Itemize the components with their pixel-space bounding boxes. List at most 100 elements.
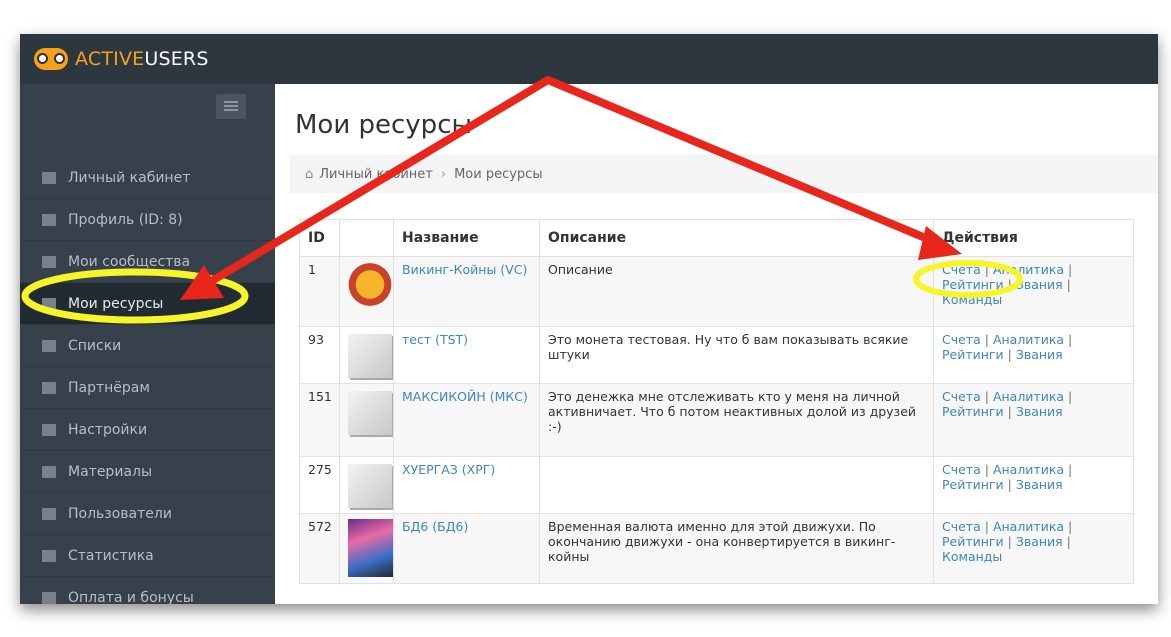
- sidebar-item-lists[interactable]: Списки: [20, 325, 275, 367]
- owl-logo-icon: [34, 48, 68, 70]
- resource-name-link[interactable]: тест (TST): [402, 332, 468, 347]
- row-id: 275: [299, 456, 340, 514]
- user-icon: [42, 213, 56, 226]
- ranks-link[interactable]: Звания: [1016, 477, 1063, 492]
- cube-placeholder-icon: [348, 334, 392, 378]
- sidebar-item-communities[interactable]: Мои сообщества: [20, 241, 275, 283]
- main-content: Мои ресурсы ⌂ Личный кабинет › Мои ресур…: [275, 84, 1158, 604]
- app-window: ACTIVEUSERS Личный кабинет Профиль (ID: …: [20, 34, 1158, 604]
- table-row: 93 тест (TST) Это монета тестовая. Ну чт…: [299, 326, 1134, 384]
- sidebar-item-partners[interactable]: Партнёрам: [20, 367, 275, 409]
- row-description: Это денежка мне отслеживать кто у меня н…: [539, 383, 934, 457]
- partner-icon: [42, 381, 56, 394]
- resource-thumbnail: [339, 513, 398, 584]
- row-description: [539, 456, 934, 514]
- coins-icon: [42, 297, 56, 310]
- table-row: 1 Викинг-Койны (VC) Описание Счета | Ана…: [299, 256, 1134, 327]
- breadcrumb-current: Мои ресурсы: [454, 166, 543, 182]
- sidebar-nav: Личный кабинет Профиль (ID: 8) Мои сообщ…: [20, 157, 275, 604]
- cube-placeholder-icon: [348, 464, 392, 508]
- ratings-link[interactable]: Рейтинги: [942, 404, 1004, 419]
- column-header-name: Название: [393, 219, 540, 257]
- resource-name-link[interactable]: БД6 (БД6): [402, 519, 468, 534]
- menu-icon: [42, 465, 56, 478]
- row-id: 93: [299, 326, 340, 384]
- accounts-link[interactable]: Счета: [942, 332, 981, 347]
- resource-thumbnail: [339, 256, 394, 327]
- group-icon: [42, 255, 56, 268]
- sidebar-item-profile[interactable]: Профиль (ID: 8): [20, 199, 275, 241]
- row-actions: Счета | Аналитика | Рейтинги | Звания: [933, 326, 1134, 384]
- column-header-image: [339, 219, 394, 257]
- ratings-link[interactable]: Рейтинги: [942, 347, 1004, 362]
- row-description: Временная валюта именно для этой движухи…: [539, 513, 934, 584]
- analytics-link[interactable]: Аналитика: [993, 332, 1064, 347]
- analytics-link[interactable]: Аналитика: [993, 519, 1064, 534]
- gears-icon: [42, 423, 56, 436]
- table-header-row: ID Название Описание Действия: [299, 219, 1134, 257]
- users-icon: [42, 507, 56, 520]
- ranks-link[interactable]: Звания: [1016, 347, 1063, 362]
- row-id: 572: [299, 513, 340, 584]
- chart-icon: [42, 549, 56, 562]
- teams-link[interactable]: Команды: [942, 292, 1002, 307]
- accounts-link[interactable]: Счета: [942, 389, 981, 404]
- sidebar-toggle-button[interactable]: [216, 94, 246, 119]
- ranks-link[interactable]: Звания: [1016, 404, 1063, 419]
- accounts-link[interactable]: Счета: [942, 262, 981, 277]
- accounts-link[interactable]: Счета: [942, 462, 981, 477]
- row-id: 1: [299, 256, 340, 327]
- resource-name-link[interactable]: МАКСИКОЙН (МКС): [402, 389, 528, 404]
- resource-thumbnail: [339, 383, 394, 457]
- home-icon: [42, 171, 56, 184]
- row-actions: Счета | Аналитика | Рейтинги | Звания: [933, 383, 1134, 457]
- resource-name-link[interactable]: Викинг-Койны (VC): [402, 262, 527, 277]
- column-header-id: ID: [299, 219, 340, 257]
- ranks-link[interactable]: Звания: [1016, 534, 1063, 549]
- home-icon: ⌂: [305, 166, 314, 182]
- resource-thumbnail: [339, 326, 394, 384]
- ranks-link[interactable]: Звания: [1016, 277, 1063, 292]
- analytics-link[interactable]: Аналитика: [993, 462, 1064, 477]
- sidebar-item-dashboard[interactable]: Личный кабинет: [20, 157, 275, 199]
- table-row: 151 МАКСИКОЙН (МКС) Это денежка мне отсл…: [299, 383, 1134, 457]
- row-actions: Счета | Аналитика | Рейтинги | Звания | Ко…: [933, 256, 1134, 327]
- sidebar-item-users[interactable]: Пользователи: [20, 493, 275, 535]
- top-navbar: ACTIVEUSERS: [20, 34, 1158, 84]
- list-icon: [42, 339, 56, 352]
- table-row: 572 БД6 (БД6) Временная валюта именно дл…: [299, 513, 1134, 584]
- resource-thumbnail: [339, 456, 394, 514]
- page-title: Мои ресурсы: [295, 110, 473, 140]
- row-actions: Счета | Аналитика | Рейтинги | Звания: [933, 456, 1134, 514]
- visa-icon: [42, 591, 56, 604]
- resources-table: ID Название Описание Действия 1 Викинг-К…: [299, 219, 1134, 584]
- viking-shield-icon: [348, 262, 392, 312]
- poster-image: [348, 519, 398, 577]
- row-actions: Счета | Аналитика | Рейтинги | Звания | Ко…: [933, 513, 1134, 584]
- breadcrumb: ⌂ Личный кабинет › Мои ресурсы: [290, 155, 1158, 193]
- sidebar-item-statistics[interactable]: Статистика: [20, 535, 275, 577]
- accounts-link[interactable]: Счета: [942, 519, 981, 534]
- teams-link[interactable]: Команды: [942, 549, 1002, 564]
- column-header-actions: Действия: [933, 219, 1134, 257]
- resource-name-link[interactable]: ХУЕРГАЗ (ХРГ): [402, 462, 495, 477]
- sidebar-item-materials[interactable]: Материалы: [20, 451, 275, 493]
- column-header-description: Описание: [539, 219, 934, 257]
- row-id: 151: [299, 383, 340, 457]
- logo[interactable]: ACTIVEUSERS: [34, 45, 209, 73]
- sidebar: Личный кабинет Профиль (ID: 8) Мои сообщ…: [20, 84, 275, 604]
- analytics-link[interactable]: Аналитика: [993, 262, 1064, 277]
- sidebar-item-settings[interactable]: Настройки: [20, 409, 275, 451]
- analytics-link[interactable]: Аналитика: [993, 389, 1064, 404]
- logo-text: ACTIVEUSERS: [75, 48, 209, 70]
- row-description: Это монета тестовая. Ну что б вам показы…: [539, 326, 934, 384]
- breadcrumb-separator: ›: [440, 166, 447, 182]
- ratings-link[interactable]: Рейтинги: [942, 277, 1004, 292]
- ratings-link[interactable]: Рейтинги: [942, 534, 1004, 549]
- breadcrumb-home[interactable]: Личный кабинет: [319, 167, 433, 182]
- sidebar-item-resources[interactable]: Мои ресурсы: [20, 283, 275, 325]
- cube-placeholder-icon: [348, 391, 392, 435]
- row-description: Описание: [539, 256, 934, 327]
- ratings-link[interactable]: Рейтинги: [942, 477, 1004, 492]
- sidebar-item-payments[interactable]: Оплата и бонусы: [20, 577, 275, 604]
